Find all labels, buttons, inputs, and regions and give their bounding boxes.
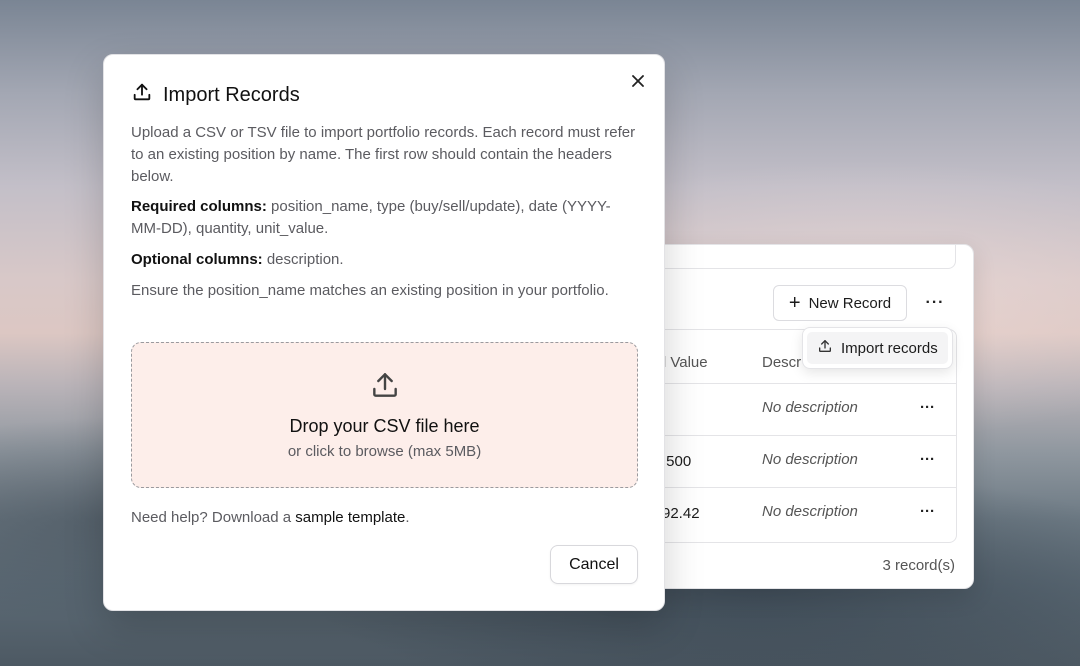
new-record-button[interactable]: + New Record xyxy=(773,285,907,321)
more-horizontal-icon: ··· xyxy=(925,294,945,311)
upload-icon xyxy=(131,81,153,109)
optional-columns-list: description. xyxy=(262,251,344,268)
required-columns-text: Required columns: position_name, type (b… xyxy=(131,196,636,240)
total-value-cell: 92.42 xyxy=(662,505,700,522)
optional-columns-label: Optional columns: xyxy=(131,251,263,268)
row-menu-button[interactable]: ··· xyxy=(920,436,935,484)
plus-icon: + xyxy=(788,292,801,314)
more-options-button[interactable]: ··· xyxy=(921,291,949,315)
total-value-cell: .500 xyxy=(662,453,692,470)
upload-icon xyxy=(369,369,401,406)
dropzone-title: Drop your CSV file here xyxy=(289,416,480,436)
dialog-title-text: Import Records xyxy=(163,83,300,106)
description-cell: No description xyxy=(762,451,858,468)
file-dropzone[interactable]: Drop your CSV file here or click to brow… xyxy=(131,342,638,488)
more-options-menu: Import records xyxy=(802,327,953,369)
help-text: Need help? Download a sample template. xyxy=(131,509,410,526)
ensure-position-text: Ensure the position_name matches an exis… xyxy=(131,282,609,299)
new-record-label: New Record xyxy=(808,294,892,312)
row-menu-button[interactable]: ··· xyxy=(920,488,935,536)
record-count: 3 record(s) xyxy=(882,557,955,574)
dialog-title: Import Records xyxy=(131,81,300,109)
close-icon xyxy=(631,74,645,93)
dropzone-subtitle: or click to browse (max 5MB) xyxy=(287,443,482,460)
help-text-suffix: . xyxy=(405,509,410,526)
row-menu-button[interactable]: ··· xyxy=(920,384,935,432)
column-header-description[interactable]: Descr xyxy=(762,330,801,383)
import-records-dialog: Import Records Upload a CSV or TSV file … xyxy=(103,54,665,611)
description-cell: No description xyxy=(762,399,858,416)
dialog-intro-text: Upload a CSV or TSV file to import portf… xyxy=(131,124,636,185)
required-columns-label: Required columns: xyxy=(131,198,267,215)
help-text-prefix: Need help? Download a xyxy=(131,509,296,526)
cancel-button[interactable]: Cancel xyxy=(550,545,638,584)
sample-template-link[interactable]: sample template xyxy=(295,509,405,526)
close-button[interactable] xyxy=(628,73,648,93)
upload-icon xyxy=(817,338,833,358)
menu-item-label: Import records xyxy=(841,339,938,357)
optional-columns-text: Optional columns: description. xyxy=(131,249,636,271)
menu-item-import-records[interactable]: Import records xyxy=(807,332,948,364)
description-cell: No description xyxy=(762,503,858,520)
